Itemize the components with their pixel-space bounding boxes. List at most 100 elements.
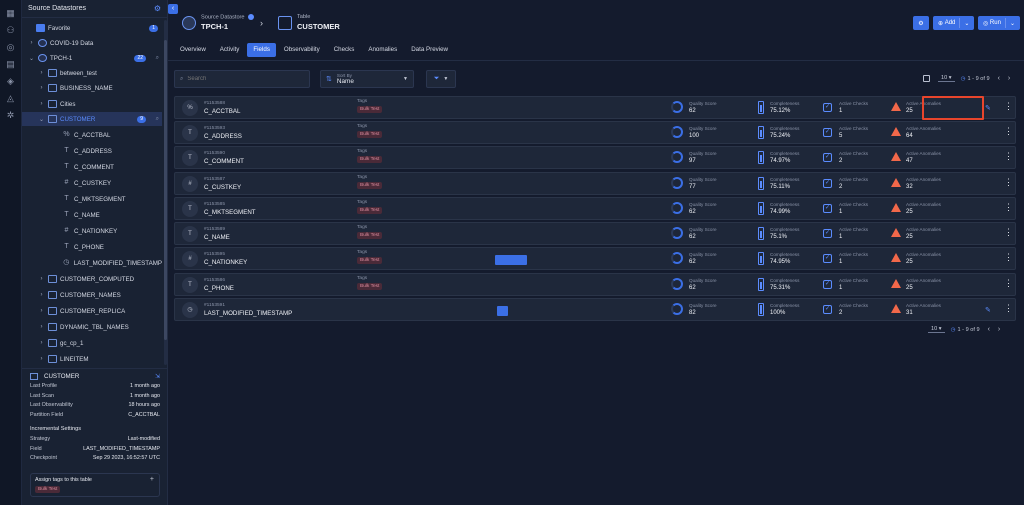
more-options-icon[interactable]: ⋮ bbox=[1004, 228, 1013, 237]
chevron-icon[interactable]: ⌄ bbox=[28, 55, 35, 62]
tree-item[interactable]: ⌄ TPCH-1 22 ⌕ bbox=[22, 51, 162, 65]
hierarchy-icon[interactable]: ⚇ bbox=[5, 24, 17, 36]
field-row[interactable]: # #1153587 C_CUSTKEY Tags Bulk Test Quality S… bbox=[174, 172, 1016, 195]
field-action-icon[interactable]: ✎ bbox=[985, 306, 991, 314]
next-page-icon[interactable]: › bbox=[998, 326, 1000, 333]
sidebar-settings-icon[interactable]: ⚙ bbox=[154, 4, 161, 13]
tree-item[interactable]: › Cities bbox=[22, 97, 162, 111]
field-row[interactable]: % #1153588 C_ACCTBAL Tags Bulk Test Quality S… bbox=[174, 96, 1016, 119]
chevron-icon[interactable]: ⌄ bbox=[38, 116, 45, 123]
tree-item[interactable]: › COVID-19 Data bbox=[22, 36, 162, 50]
grid-view-icon[interactable] bbox=[923, 75, 930, 82]
sidebar-scrollbar[interactable] bbox=[164, 20, 167, 365]
more-options-icon[interactable]: ⋮ bbox=[1004, 178, 1013, 187]
tree-item[interactable]: T C_COMMENT bbox=[22, 160, 162, 174]
tag-chip[interactable]: Bulk Test bbox=[357, 232, 383, 239]
tab-observability[interactable]: Observability bbox=[278, 43, 326, 57]
tag-chip[interactable]: Bulk Test bbox=[357, 283, 383, 290]
chevron-icon[interactable]: › bbox=[38, 356, 45, 362]
chevron-icon[interactable]: › bbox=[28, 40, 35, 46]
page-size-select[interactable]: 10 ▾ bbox=[928, 326, 945, 333]
field-row[interactable]: T #1153585 C_MKTSEGMENT Tags Bulk Test Qualit… bbox=[174, 197, 1016, 220]
more-options-icon[interactable]: ⋮ bbox=[1004, 102, 1013, 111]
tab-overview[interactable]: Overview bbox=[174, 43, 212, 57]
add-tag-icon[interactable]: + bbox=[150, 476, 154, 483]
explore-icon[interactable]: ◎ bbox=[5, 41, 17, 53]
breadcrumb-table[interactable]: Table CUSTOMER bbox=[278, 14, 340, 31]
field-name[interactable]: C_PHONE bbox=[204, 285, 234, 292]
tree-item[interactable]: % C_ACCTBAL bbox=[22, 128, 162, 142]
chevron-icon[interactable]: › bbox=[38, 276, 45, 282]
table-tag-chip[interactable]: Bulk Test bbox=[35, 485, 61, 493]
more-options-icon[interactable]: ⋮ bbox=[1004, 253, 1013, 262]
assign-tags-box[interactable]: Assign tags to this table + Bulk Test bbox=[30, 472, 160, 497]
search-icon[interactable]: ⌕ bbox=[156, 116, 159, 123]
tab-activity[interactable]: Activity bbox=[214, 43, 246, 57]
library-icon[interactable]: ▤ bbox=[5, 58, 17, 70]
tree-item[interactable]: › CUSTOMER_COMPUTED bbox=[22, 272, 162, 286]
tag-icon[interactable]: ◈ bbox=[5, 75, 17, 87]
tree-item[interactable]: # C_CUSTKEY bbox=[22, 176, 162, 190]
chevron-icon[interactable]: › bbox=[38, 324, 45, 330]
tag-chip[interactable]: Bulk Test bbox=[357, 207, 383, 214]
datastore-icon[interactable]: ▦ bbox=[5, 7, 17, 19]
settings-icon[interactable]: ✲ bbox=[5, 109, 17, 121]
settings-button[interactable]: ⚙ bbox=[913, 16, 929, 30]
tree-item[interactable]: T C_ADDRESS bbox=[22, 144, 162, 158]
tree-item[interactable]: T C_PHONE bbox=[22, 240, 162, 254]
field-name[interactable]: C_COMMENT bbox=[204, 158, 244, 165]
tree-item[interactable]: › CUSTOMER_NAMES bbox=[22, 288, 162, 302]
pin-icon[interactable]: ⇲ bbox=[155, 373, 160, 380]
tree-item[interactable]: › gc_cp_1 bbox=[22, 336, 162, 350]
more-options-icon[interactable]: ⋮ bbox=[1004, 279, 1013, 288]
field-row[interactable]: # #1153595 C_NATIONKEY Tags Bulk Test Quality… bbox=[174, 247, 1016, 270]
tag-chip[interactable]: Bulk Test bbox=[357, 182, 383, 189]
field-row[interactable]: ◷ #1153591 LAST_MODIFIED_TIMESTAMP Quality … bbox=[174, 298, 1016, 321]
tree-item[interactable]: Favorite 1 bbox=[22, 21, 162, 35]
tag-chip[interactable]: Bulk Test bbox=[357, 156, 383, 163]
tab-anomalies[interactable]: Anomalies bbox=[362, 43, 403, 57]
more-options-icon[interactable]: ⋮ bbox=[1004, 152, 1013, 161]
tab-data-preview[interactable]: Data Preview bbox=[405, 43, 454, 57]
tree-item[interactable]: # C_NATIONKEY bbox=[22, 224, 162, 238]
field-action-icon[interactable]: ✎ bbox=[985, 104, 991, 112]
chevron-icon[interactable]: › bbox=[38, 101, 45, 107]
chevron-icon[interactable]: › bbox=[38, 308, 45, 314]
tree-item[interactable]: T C_MKTSEGMENT bbox=[22, 192, 162, 206]
tag-chip[interactable]: Bulk Test bbox=[357, 131, 383, 138]
field-row[interactable]: T #1153586 C_PHONE Tags Bulk Test Quality Sco… bbox=[174, 273, 1016, 296]
field-row[interactable]: T #1153589 C_NAME Tags Bulk Test Quality Scor… bbox=[174, 222, 1016, 245]
prev-page-icon[interactable]: ‹ bbox=[998, 75, 1000, 82]
chevron-icon[interactable]: › bbox=[38, 292, 45, 298]
scrollbar-thumb[interactable] bbox=[164, 40, 167, 340]
add-button[interactable]: ⊕ Add ⌄ bbox=[933, 16, 975, 30]
tree-item[interactable]: › CUSTOMER_REPLICA bbox=[22, 304, 162, 318]
more-options-icon[interactable]: ⋮ bbox=[1004, 203, 1013, 212]
prev-page-icon[interactable]: ‹ bbox=[988, 326, 990, 333]
more-options-icon[interactable]: ⋮ bbox=[1004, 127, 1013, 136]
breadcrumb-datastore[interactable]: Source Datastore TPCH-1 bbox=[182, 14, 254, 31]
field-name[interactable]: C_NATIONKEY bbox=[204, 259, 247, 266]
field-name[interactable]: C_CUSTKEY bbox=[204, 184, 241, 191]
tag-chip[interactable]: Bulk Test bbox=[357, 257, 383, 264]
tree-item[interactable]: T C_NAME bbox=[22, 208, 162, 222]
tree-item[interactable]: ⌄ CUSTOMER 9 ⌕ bbox=[22, 112, 162, 126]
more-options-icon[interactable]: ⋮ bbox=[1004, 304, 1013, 313]
field-row[interactable]: T #1153590 C_COMMENT Tags Bulk Test Quality S… bbox=[174, 146, 1016, 169]
tab-fields[interactable]: Fields bbox=[247, 43, 276, 57]
notification-icon[interactable]: ◬ bbox=[5, 92, 17, 104]
chevron-icon[interactable]: › bbox=[38, 85, 45, 91]
field-name[interactable]: C_MKTSEGMENT bbox=[204, 209, 256, 216]
page-size-select[interactable]: 10 ▾ bbox=[938, 75, 955, 82]
sort-select[interactable]: ⇅ Sort By Name ▼ bbox=[320, 70, 414, 88]
field-name[interactable]: C_ACCTBAL bbox=[204, 108, 240, 115]
tag-chip[interactable]: Bulk Test bbox=[357, 106, 383, 113]
tree-item[interactable]: ◷ LAST_MODIFIED_TIMESTAMP bbox=[22, 256, 162, 270]
tree-item[interactable]: › between_test bbox=[22, 66, 162, 80]
field-row[interactable]: T #1153593 C_ADDRESS Tags Bulk Test Quality S… bbox=[174, 121, 1016, 144]
tree-item[interactable]: › LINEITEM bbox=[22, 352, 162, 365]
next-page-icon[interactable]: › bbox=[1008, 75, 1010, 82]
field-name[interactable]: LAST_MODIFIED_TIMESTAMP bbox=[204, 310, 292, 317]
chevron-icon[interactable]: › bbox=[38, 70, 45, 76]
filter-button[interactable]: ⏷ ▼ bbox=[426, 70, 456, 88]
